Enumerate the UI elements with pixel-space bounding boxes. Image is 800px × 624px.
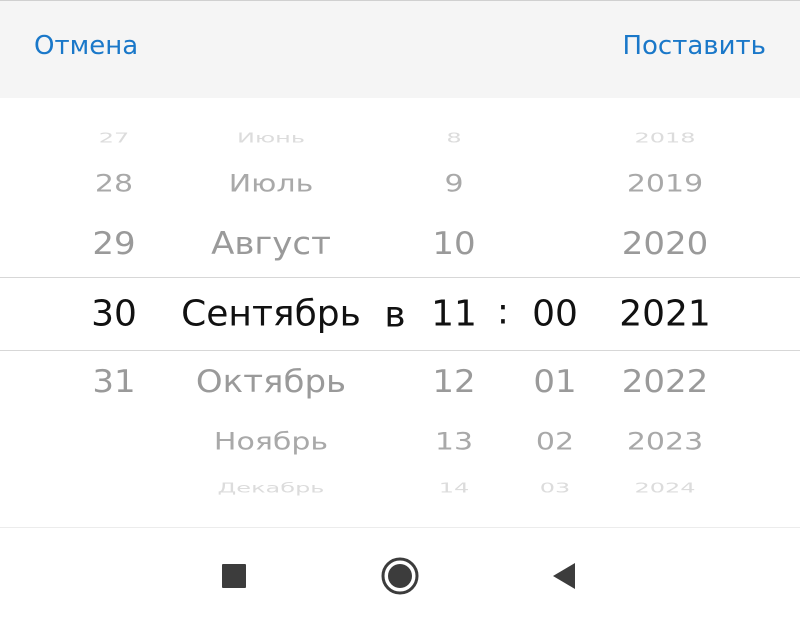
year-option[interactable]: 2018 (598, 130, 732, 145)
hour-option[interactable]: 9 (412, 170, 496, 198)
hour-option[interactable]: 8 (412, 130, 496, 145)
month-option[interactable]: Декабрь (160, 480, 382, 495)
month-option[interactable]: Июнь (160, 130, 382, 145)
year-option[interactable]: 2022 (598, 364, 732, 401)
minute-option[interactable]: 03 (512, 480, 598, 495)
day-selected[interactable]: 30 (68, 294, 160, 335)
hour-option[interactable]: 14 (412, 480, 496, 495)
year-option[interactable]: 2023 (598, 428, 732, 456)
month-option[interactable]: Ноябрь (160, 428, 382, 456)
time-separator: : (496, 291, 510, 333)
day-option[interactable]: 31 (68, 364, 160, 401)
date-time-connector: в (384, 294, 406, 336)
hour-selected[interactable]: 11 (412, 294, 496, 335)
year-option[interactable]: 2020 (598, 226, 732, 263)
month-option[interactable]: Август (160, 226, 382, 263)
cancel-button[interactable]: Отмена (34, 31, 138, 61)
back-icon[interactable] (542, 554, 586, 598)
year-option[interactable]: 2019 (598, 170, 732, 198)
day-option[interactable]: 27 (68, 130, 160, 145)
day-wheel[interactable]: 27 28 29 30 31 (68, 98, 160, 528)
date-time-picker: 27 28 29 30 31 Июнь Июль Август Сентябрь Октябрь… (0, 98, 800, 528)
day-option[interactable]: 28 (68, 170, 160, 198)
system-nav-bar (0, 528, 800, 624)
minute-option[interactable]: 01 (512, 364, 598, 401)
minute-selected[interactable]: 00 (512, 294, 598, 335)
month-wheel[interactable]: Июнь Июль Август Сентябрь Октябрь Ноябрь Декаб… (160, 98, 382, 528)
month-option[interactable]: Октябрь (160, 364, 382, 401)
dialog-toolbar: Отмена Поставить (0, 1, 800, 98)
year-option[interactable]: 2024 (598, 480, 732, 495)
month-selected[interactable]: Сентябрь (160, 294, 382, 335)
set-button[interactable]: Поставить (622, 31, 766, 61)
hour-option[interactable]: 10 (412, 226, 496, 263)
recent-apps-icon[interactable] (212, 554, 256, 598)
minute-option[interactable]: 02 (512, 428, 598, 456)
hour-option[interactable]: 12 (412, 364, 496, 401)
home-icon[interactable] (378, 554, 422, 598)
day-option[interactable]: 29 (68, 226, 160, 263)
year-wheel[interactable]: 2018 2019 2020 2021 2022 2023 2024 (598, 98, 732, 528)
minute-wheel[interactable]: 00 01 02 03 (512, 98, 598, 528)
year-selected[interactable]: 2021 (598, 294, 732, 335)
month-option[interactable]: Июль (160, 170, 382, 198)
hour-wheel[interactable]: 8 9 10 11 12 13 14 (412, 98, 496, 528)
hour-option[interactable]: 13 (412, 428, 496, 456)
